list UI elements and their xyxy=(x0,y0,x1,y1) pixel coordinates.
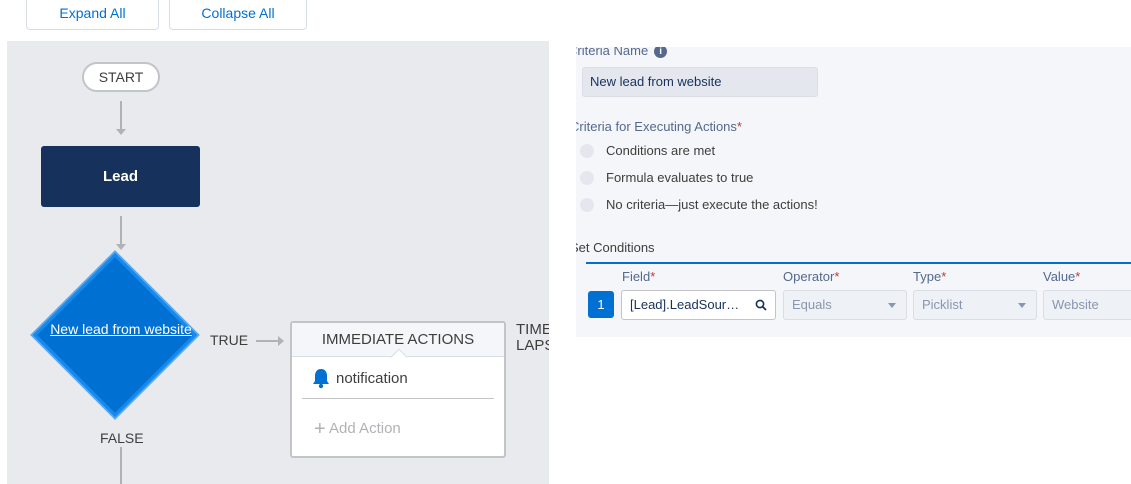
action-name[interactable]: notification xyxy=(336,370,408,387)
chevron-down-icon xyxy=(888,303,896,308)
immediate-actions-title: IMMEDIATE ACTIONS xyxy=(321,331,475,348)
operator-select[interactable]: Equals xyxy=(783,290,907,320)
col-field-text: Field xyxy=(622,269,651,284)
option-no-criteria-label[interactable]: No criteria—just execute the actions! xyxy=(606,197,818,212)
col-operator: Operator* xyxy=(783,269,840,284)
plus-icon: + xyxy=(314,418,326,440)
criteria-name-input[interactable]: New lead from website xyxy=(582,67,818,97)
radio-formula[interactable] xyxy=(580,171,594,185)
info-icon[interactable]: i xyxy=(654,47,668,59)
executing-actions-text: Criteria for Executing Actions xyxy=(576,119,737,134)
bell-icon xyxy=(313,369,329,389)
criteria-name-label: Criteria Name i xyxy=(576,47,668,59)
true-connector xyxy=(256,340,280,342)
required-marker: * xyxy=(736,119,742,134)
true-arrow-head xyxy=(278,336,284,346)
field-lookup-input[interactable]: [Lead].LeadSour… xyxy=(621,290,776,320)
false-label: FALSE xyxy=(100,430,144,446)
expand-all-button[interactable]: Expand All xyxy=(26,0,159,30)
criteria-panel: Criteria Name i New lead from website Cri… xyxy=(576,47,1131,337)
operator-value: Equals xyxy=(792,297,832,312)
connector-line xyxy=(120,101,122,131)
value-value: Website xyxy=(1052,297,1099,312)
col-value: Value* xyxy=(1043,269,1081,284)
object-node[interactable]: Lead xyxy=(41,146,200,207)
radio-conditions[interactable] xyxy=(580,144,594,158)
value-select[interactable]: Website xyxy=(1043,290,1131,320)
connector-arrow xyxy=(116,129,126,135)
chevron-down-icon xyxy=(1018,303,1026,308)
col-operator-text: Operator xyxy=(783,269,835,284)
col-value-text: Value xyxy=(1043,269,1076,284)
search-icon[interactable] xyxy=(755,299,767,311)
option-conditions-label[interactable]: Conditions are met xyxy=(606,143,715,158)
time-lapse-label: TIME LAPSE xyxy=(516,321,549,354)
criteria-node-label[interactable]: New lead from website xyxy=(41,321,201,337)
start-node: START xyxy=(82,62,160,92)
collapse-all-button[interactable]: Collapse All xyxy=(169,0,307,30)
connector-line xyxy=(120,447,122,484)
col-type: Type* xyxy=(913,269,947,284)
true-label: TRUE xyxy=(210,332,249,348)
divider xyxy=(302,398,494,399)
section-rule xyxy=(586,262,1131,264)
action-item[interactable]: notification xyxy=(310,367,408,389)
type-select[interactable]: Picklist xyxy=(913,290,1037,320)
connector-line xyxy=(120,216,122,246)
executing-actions-label: Criteria for Executing Actions* xyxy=(576,119,742,134)
col-type-text: Type xyxy=(913,269,942,284)
set-conditions-label: Set Conditions xyxy=(576,240,655,255)
immediate-actions-header: IMMEDIATE ACTIONS xyxy=(292,323,504,366)
type-value: Picklist xyxy=(922,297,963,312)
radio-no-criteria[interactable] xyxy=(580,198,594,212)
condition-row-number: 1 xyxy=(588,291,614,318)
add-action-label: Add Action xyxy=(329,420,401,437)
add-action-button[interactable]: + Add Action xyxy=(314,418,401,441)
col-field: Field* xyxy=(622,269,656,284)
process-canvas: START Lead New lead from website TRUE FA… xyxy=(7,41,549,484)
connector-arrow xyxy=(116,244,126,250)
header-notch xyxy=(390,348,408,366)
option-formula-label[interactable]: Formula evaluates to true xyxy=(606,170,753,185)
field-value: [Lead].LeadSour… xyxy=(630,297,740,312)
immediate-actions-box: IMMEDIATE ACTIONS notification + Add Act… xyxy=(290,321,506,458)
criteria-name-text: Criteria Name xyxy=(576,47,649,58)
